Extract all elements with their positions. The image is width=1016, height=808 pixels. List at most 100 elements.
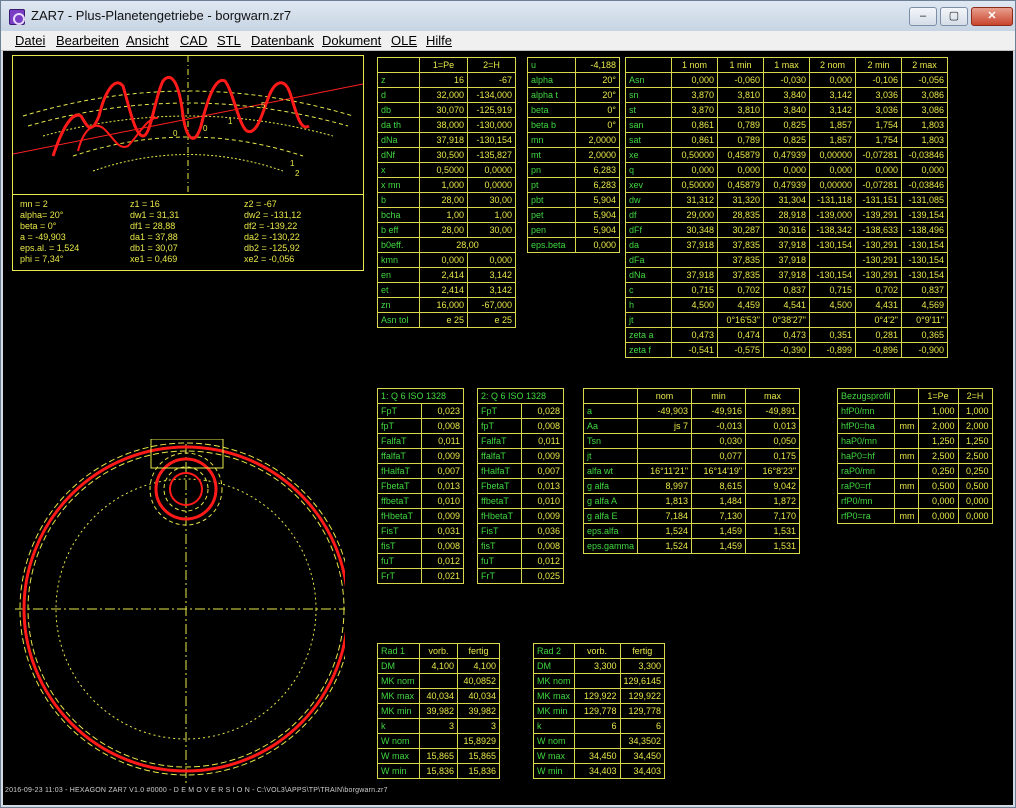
title-bar[interactable]: ZAR7 - Plus-Planetengetriebe - borgwarn.… [1,1,1015,31]
row-label: haP0=hf [837,448,895,464]
row-value: -139,154 [901,207,948,223]
column-header: 2 max [901,57,948,73]
row-label: pbt [527,192,576,208]
row-value: 0,011 [521,433,564,449]
column-header: fertig [619,643,666,659]
param-xe1: xe1 = 0,469 [130,254,178,264]
row-value: 3,142 [467,267,516,283]
param-df1: df1 = 28,88 [130,221,176,231]
table-row: DM 4,100 4,100 [377,658,500,674]
menu-hilfe[interactable]: Hilfe [426,33,452,48]
row-value: 32,000 [419,87,468,103]
row-label: sn [625,87,672,103]
table-row: FalfaT 0,011 [377,433,464,449]
row-label: d [377,87,420,103]
close-button[interactable]: ✕ [971,7,1013,26]
row-value: -0,056 [901,72,948,88]
menu-cad[interactable]: CAD [180,33,207,48]
param-db1: db1 = 30,07 [130,243,178,253]
rad1-table: Rad 1 vorb. fertig DM 4,100 4,100 MK nom 40,085… [377,643,500,779]
row-value: 0,013 [745,418,801,434]
row-value: js 7 [637,418,693,434]
row-label: da th [377,117,420,133]
gear-label-c: 0 [203,124,208,133]
row-value: 1,250 [957,433,993,449]
row-value: 1,813 [637,493,693,509]
row-value: 0,000 [671,162,718,178]
row-value: 37,835 [717,237,764,253]
table-row: rfP0/mn 0,000 0,000 [837,493,993,509]
app-icon[interactable] [9,9,25,25]
row-value: 28,835 [717,207,764,223]
drawing-canvas[interactable]: 5 1 0 0 1 2 mn = 2 z1 = 16 z2 = -67 alpha=… [3,51,1013,805]
table-row: db 30,070 -125,919 [377,102,516,118]
table-row: DM 3,300 3,300 [533,658,666,674]
table-row: san 0,861 0,789 0,825 1,857 1,754 1,803 [625,117,948,133]
menu-datenbank[interactable]: Datenbank [251,33,314,48]
table-row: et 2,414 3,142 [377,282,516,298]
table-row: fHalfaT 0,007 [377,463,464,479]
table-row: pbt 5,904 [527,192,620,208]
row-value: -139,000 [809,207,856,223]
table-row: pn 6,283 [527,162,620,178]
row-value: 0,010 [421,493,464,509]
column-header: Rad 1 [377,643,420,659]
row-label: alfa wt [582,463,639,479]
menu-ansicht[interactable]: Ansicht [126,33,169,48]
row-value: -0,575 [717,342,764,358]
menu-bearbeiten[interactable]: Bearbeiten [56,33,119,48]
table-row: pet 5,904 [527,207,620,223]
menu-stl[interactable]: STL [217,33,241,48]
table-row: g alfa A 1,813 1,484 1,872 [582,493,801,509]
table-row: ffbetaT 0,010 [377,493,464,509]
column-header: 1 min [717,57,764,73]
table-row: dNa 37,918 -130,154 [377,132,516,148]
maximize-button[interactable]: ▢ [940,7,968,26]
row-value: 0,5000 [419,162,468,178]
row-value: mm [893,418,919,434]
table-row: g alfa 8,997 8,615 9,042 [582,478,801,494]
gear-assembly-drawing [15,439,345,784]
row-value: -130,291 [855,237,902,253]
row-value: -125,919 [467,102,516,118]
row-label: W nom [377,733,420,749]
table-row: hfP0=ha mm 2,000 2,000 [837,418,993,434]
row-value: 0,028 [521,403,564,419]
row-label: z [377,72,420,88]
row-value: -134,000 [467,87,516,103]
row-value: 3,086 [901,87,948,103]
row-value: 1,872 [745,493,801,509]
row-value: 0,000 [809,72,856,88]
row-value: 0,47939 [763,177,810,193]
param-phi: phi = 7,34° [20,254,64,264]
row-value: 0,030 [691,433,747,449]
row-value: 40,0852 [457,673,500,689]
row-value: 1,531 [745,523,801,539]
table-row: Asn tol e 25 e 25 [377,312,516,328]
row-value: 0,008 [421,538,464,554]
minimize-button[interactable]: – [909,7,937,26]
row-value: 40,034 [457,688,500,704]
column-header: max [745,388,801,404]
table-row: eps.beta 0,000 [527,237,620,253]
angles-table: u -4,188 alpha 20° alpha t 20° beta 0° beta b 0° m… [527,57,620,253]
row-label: x [377,162,420,178]
quality-table-2: 2: Q 6 ISO 1328 FpT 0,028 fpT 0,008 FalfaT 0,0… [477,388,564,584]
row-value: 0,500 [917,478,959,494]
menu-ole[interactable]: OLE [391,33,417,48]
gear-teeth-profile [51,75,310,157]
row-value: 37,918 [419,132,468,148]
menu-datei[interactable]: Datei [15,33,45,48]
row-value: 0,009 [421,508,464,524]
row-value: 28,918 [763,207,810,223]
row-label: st [625,102,672,118]
row-label: raP0=rf [837,478,895,494]
row-value: 34,3502 [619,733,666,749]
table-row: jt 0,077 0,175 [582,448,801,464]
row-value: 30,00 [467,222,516,238]
menu-dokument[interactable]: Dokument [322,33,381,48]
row-value: -49,916 [691,403,747,419]
table-row: ffalfaT 0,009 [477,448,564,464]
row-label: W max [533,748,575,764]
row-value: -130,154 [901,252,948,268]
